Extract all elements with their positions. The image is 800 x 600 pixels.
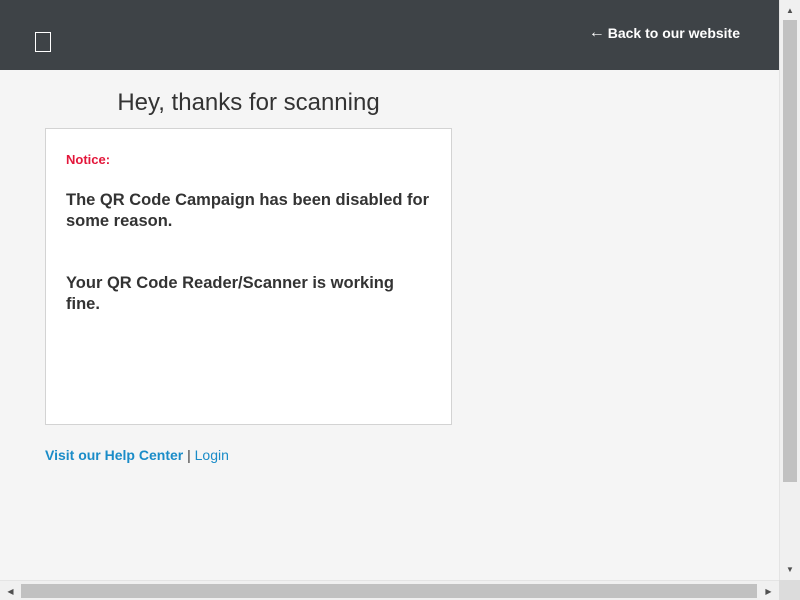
vertical-scrollbar[interactable]: ▲ ▼ <box>779 0 800 580</box>
back-to-website-link[interactable]: ← Back to our website <box>588 24 740 42</box>
link-separator: | <box>187 447 191 463</box>
notice-label: Notice: <box>66 152 111 167</box>
horizontal-scrollbar[interactable]: ◀ ▶ <box>0 580 779 600</box>
vertical-scroll-thumb[interactable] <box>783 20 797 482</box>
scroll-left-arrow-icon[interactable]: ◀ <box>2 581 19 600</box>
help-center-link[interactable]: Visit our Help Center <box>45 447 183 463</box>
logo-placeholder-icon[interactable] <box>35 32 51 52</box>
back-link-label: Back to our website <box>607 25 740 41</box>
notice-message-scanner-ok: Your QR Code Reader/Scanner is working f… <box>66 274 394 313</box>
notice-card: Notice: The QR Code Campaign has been di… <box>45 128 452 425</box>
page-title: Hey, thanks for scanning <box>117 89 380 116</box>
notice-message-disabled: The QR Code Campaign has been disabled f… <box>66 191 430 230</box>
scroll-right-arrow-icon[interactable]: ▶ <box>760 581 777 600</box>
horizontal-scroll-thumb[interactable] <box>21 584 757 598</box>
footer-links: Visit our Help Center | Login <box>45 447 229 463</box>
left-arrow-icon: ← <box>588 24 605 41</box>
login-link[interactable]: Login <box>195 447 229 463</box>
scroll-up-arrow-icon[interactable]: ▲ <box>780 2 800 19</box>
top-header-bar: ← Back to our website <box>0 0 779 70</box>
scrollbar-corner <box>779 580 800 600</box>
scroll-down-arrow-icon[interactable]: ▼ <box>780 561 800 578</box>
